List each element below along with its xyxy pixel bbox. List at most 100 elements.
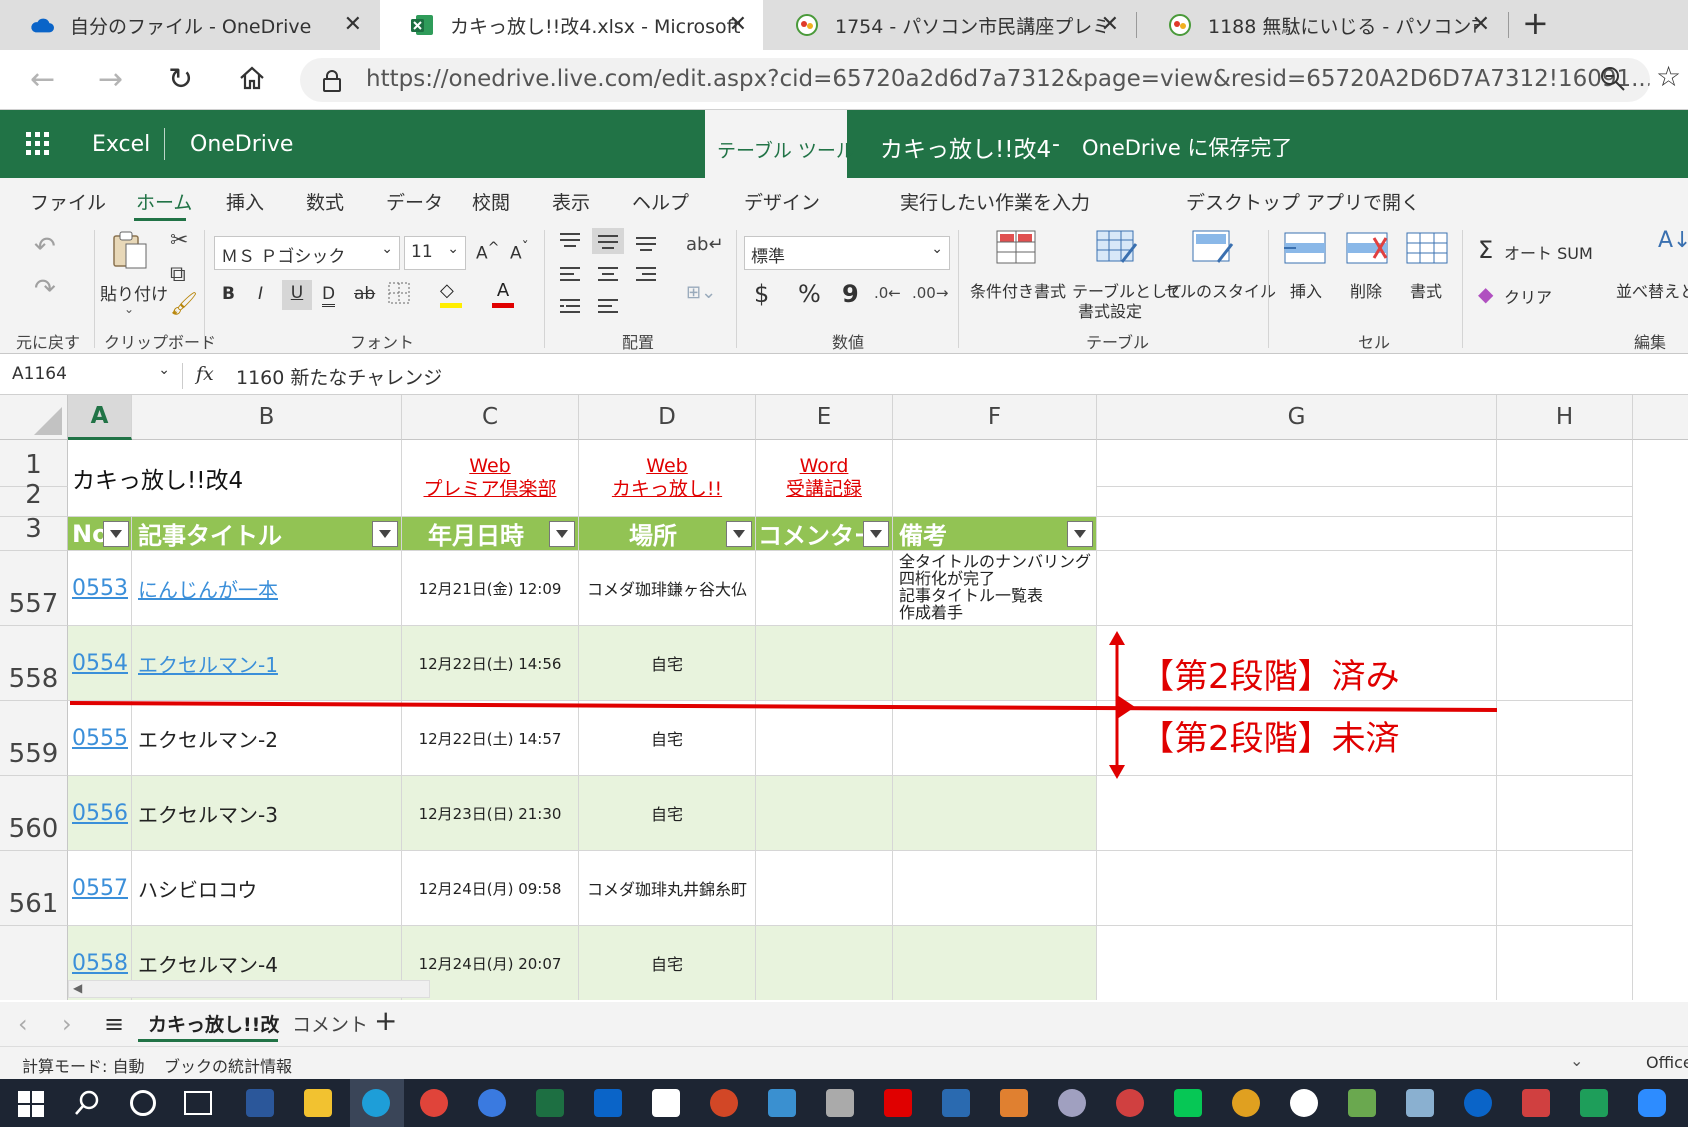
conditional-format-icon[interactable] bbox=[996, 230, 1036, 268]
decrease-font-icon[interactable]: Aˇ bbox=[510, 240, 529, 264]
font-size-dropdown[interactable]: 11 ⌄ bbox=[404, 236, 466, 270]
fill-color-icon[interactable]: ◇ bbox=[440, 280, 462, 308]
tab-view[interactable]: 表示 bbox=[552, 188, 590, 215]
app-icon[interactable] bbox=[768, 1089, 796, 1117]
chevron-down-icon[interactable]: ⌄ bbox=[1570, 1051, 1583, 1070]
tell-me-search[interactable]: 実行したい作業を入力 bbox=[900, 188, 1090, 215]
sort-icon[interactable]: A↓ bbox=[1658, 228, 1688, 253]
formula-input[interactable]: 1160 新たなチャレンジ bbox=[236, 363, 442, 390]
italic-button[interactable]: I bbox=[258, 284, 263, 304]
horizontal-scrollbar[interactable]: ◀ bbox=[68, 980, 430, 998]
browser-tab-site-1188[interactable]: 1188 無駄にいじる - パソコン市民講 ✕ bbox=[1138, 0, 1506, 50]
scroll-left-icon[interactable]: ◀ bbox=[73, 981, 82, 995]
format-as-table-icon[interactable] bbox=[1096, 230, 1138, 270]
increase-font-icon[interactable]: A^ bbox=[476, 240, 500, 264]
tab-help[interactable]: ヘルプ bbox=[632, 188, 689, 215]
format-cells-icon[interactable] bbox=[1406, 232, 1448, 268]
palette-icon[interactable] bbox=[1058, 1089, 1086, 1117]
browser-tab-site-1754[interactable]: 1754 - パソコン市民講座プレミアプロ ✕ bbox=[765, 0, 1135, 50]
currency-button[interactable]: $ bbox=[754, 280, 769, 308]
youtube-icon[interactable] bbox=[884, 1089, 912, 1117]
function-icon[interactable]: fx bbox=[196, 363, 214, 385]
cut-icon[interactable]: ✂ bbox=[170, 228, 188, 253]
favorite-star-icon[interactable]: ☆ bbox=[1656, 60, 1681, 93]
sheet-tab-comment[interactable]: コメント bbox=[292, 1010, 368, 1037]
powerpoint-icon[interactable] bbox=[710, 1089, 738, 1117]
tab-review[interactable]: 校閲 bbox=[472, 188, 510, 215]
paste-icon[interactable] bbox=[110, 230, 150, 274]
app-icon[interactable] bbox=[1116, 1089, 1144, 1117]
copy-icon[interactable]: ⧉ bbox=[170, 262, 186, 287]
number-format-dropdown[interactable]: 標準 ⌄ bbox=[744, 236, 950, 270]
clear-button[interactable]: クリア bbox=[1504, 284, 1552, 308]
pdf-icon[interactable] bbox=[1522, 1089, 1550, 1117]
browser-tab-onedrive[interactable]: 自分のファイル - OneDrive ✕ bbox=[0, 0, 378, 50]
close-tab-icon[interactable]: ✕ bbox=[729, 12, 747, 37]
tab-formulas[interactable]: 数式 bbox=[306, 188, 344, 215]
alignment-buttons[interactable] bbox=[556, 228, 664, 318]
app-icon[interactable] bbox=[1406, 1089, 1434, 1117]
tab-file[interactable]: ファイル bbox=[30, 188, 106, 215]
clear-icon[interactable]: ◆ bbox=[1478, 282, 1493, 306]
tab-data[interactable]: データ bbox=[386, 188, 443, 215]
format-painter-icon[interactable]: 🖌 bbox=[170, 292, 198, 317]
line-icon[interactable] bbox=[1174, 1089, 1202, 1117]
outlook-icon[interactable] bbox=[594, 1089, 622, 1117]
sheet-next-icon[interactable]: › bbox=[62, 1010, 72, 1038]
new-tab-button[interactable]: + bbox=[1522, 4, 1549, 42]
autosum-button[interactable]: オート SUM bbox=[1504, 240, 1593, 264]
sheet-tab-active[interactable]: カキっ放し!!改 bbox=[138, 1002, 279, 1042]
forward-icon[interactable]: → bbox=[98, 62, 123, 97]
undo-icon[interactable]: ↶ bbox=[34, 232, 56, 262]
photos-icon[interactable] bbox=[942, 1089, 970, 1117]
wrap-text-icon[interactable]: ab↵ bbox=[686, 234, 724, 255]
cell-styles-button[interactable]: セルのスタイル bbox=[1164, 278, 1276, 302]
insert-cells-icon[interactable] bbox=[1284, 232, 1326, 268]
excel-icon[interactable] bbox=[536, 1089, 564, 1117]
increase-decimal-icon[interactable]: .0← bbox=[874, 284, 901, 302]
close-tab-icon[interactable]: ✕ bbox=[1101, 12, 1119, 37]
insert-cells-button[interactable]: 挿入 bbox=[1290, 278, 1322, 302]
app-launcher-icon[interactable] bbox=[26, 132, 50, 160]
app-name[interactable]: Excel bbox=[92, 132, 150, 157]
word-icon[interactable] bbox=[246, 1089, 274, 1117]
amazon-icon[interactable] bbox=[652, 1089, 680, 1117]
sort-filter-button[interactable]: 並べ替えと bbox=[1616, 278, 1688, 302]
browser-tab-excel[interactable]: カキっ放し!!改4.xlsx - Microsoft Exc ✕ bbox=[380, 0, 763, 50]
app-icon[interactable] bbox=[1232, 1089, 1260, 1117]
font-color-icon[interactable]: A bbox=[492, 280, 514, 308]
back-icon[interactable]: ← bbox=[30, 62, 55, 97]
percent-button[interactable]: % bbox=[798, 280, 821, 308]
tab-insert[interactable]: 挿入 bbox=[226, 188, 264, 215]
chevron-down-icon[interactable]: ⌄ bbox=[124, 302, 134, 316]
bold-button[interactable]: B bbox=[222, 284, 235, 304]
borders-icon[interactable] bbox=[388, 282, 410, 308]
chrome-icon[interactable] bbox=[420, 1089, 448, 1117]
redo-icon[interactable]: ↷ bbox=[34, 274, 56, 304]
close-tab-icon[interactable]: ✕ bbox=[344, 12, 362, 37]
paint-icon[interactable] bbox=[1000, 1089, 1028, 1117]
format-as-table-button-line2[interactable]: 書式設定 bbox=[1078, 298, 1142, 322]
delete-cells-button[interactable]: 削除 bbox=[1350, 278, 1382, 302]
cortana-icon[interactable] bbox=[130, 1090, 156, 1116]
cell-styles-icon[interactable] bbox=[1192, 230, 1234, 270]
refresh-icon[interactable]: ↻ bbox=[168, 62, 193, 97]
decrease-decimal-icon[interactable]: .00→ bbox=[912, 284, 948, 302]
all-sheets-menu-icon[interactable]: ≡ bbox=[104, 1010, 124, 1038]
windows-start-icon[interactable] bbox=[18, 1091, 44, 1121]
play-store-icon[interactable] bbox=[1580, 1089, 1608, 1117]
app-icon[interactable] bbox=[826, 1089, 854, 1117]
double-underline-button[interactable]: D bbox=[322, 284, 336, 307]
sheet-prev-icon[interactable]: ‹ bbox=[18, 1010, 28, 1038]
font-name-dropdown[interactable]: ＭＳ Ｐゴシック ⌄ bbox=[214, 236, 400, 270]
zoom-app-icon[interactable] bbox=[1638, 1089, 1666, 1117]
open-in-desktop-app[interactable]: デスクトップ アプリで開く bbox=[1186, 188, 1420, 215]
search-icon[interactable] bbox=[74, 1089, 102, 1121]
document-title[interactable]: カキっ放し!!改4 bbox=[880, 130, 1051, 164]
edge-icon[interactable] bbox=[362, 1089, 390, 1117]
address-bar[interactable]: https://onedrive.live.com/edit.aspx?cid=… bbox=[300, 58, 1650, 102]
task-view-icon[interactable] bbox=[184, 1091, 212, 1115]
add-sheet-button[interactable]: + bbox=[374, 1004, 397, 1037]
close-tab-icon[interactable]: ✕ bbox=[1472, 12, 1490, 37]
site-favicon[interactable] bbox=[1348, 1089, 1376, 1117]
